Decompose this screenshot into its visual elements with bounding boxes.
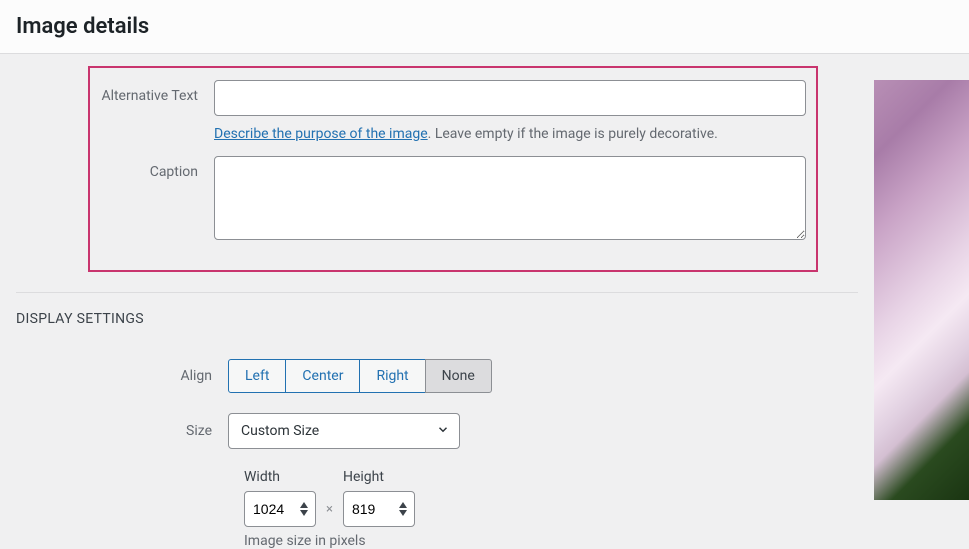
caption-input[interactable] [214,156,806,240]
image-preview [874,80,969,500]
stepper-icon[interactable] [298,501,312,517]
width-col: Width [244,469,316,527]
display-settings-heading: DISPLAY SETTINGS [16,311,858,327]
align-right-button[interactable]: Right [359,359,425,393]
stepper-icon[interactable] [397,501,411,517]
preview-column [874,54,969,549]
align-button-group: Left Center Right None [228,359,492,393]
size-row: Size Custom Size [16,413,858,449]
accessibility-highlight: Alternative Text Describe the purpose of… [88,66,818,272]
divider [16,292,858,293]
align-left-button[interactable]: Left [228,359,286,393]
form-column: Alternative Text Describe the purpose of… [0,54,874,549]
alt-text-controls: Describe the purpose of the image. Leave… [214,80,806,142]
align-row: Align Left Center Right None [16,359,858,393]
align-center-button[interactable]: Center [285,359,360,393]
dimensions-row: Width × Height [16,469,858,527]
caption-label: Caption [96,156,214,180]
caption-row: Caption [96,156,806,244]
dimensions-help: Image size in pixels [16,533,858,549]
height-col: Height [343,469,415,527]
alt-text-help: Describe the purpose of the image. Leave… [214,126,806,142]
size-select-value: Custom Size [228,413,460,449]
width-label: Width [244,469,316,485]
modal-header: Image details [0,0,969,54]
caption-controls [214,156,806,244]
align-label: Align [16,368,228,384]
align-none-button[interactable]: None [425,359,492,393]
alt-text-row: Alternative Text Describe the purpose of… [96,80,806,142]
content: Alternative Text Describe the purpose of… [0,54,969,549]
page-title: Image details [16,14,953,39]
size-select[interactable]: Custom Size [228,413,460,449]
alt-help-rest: . Leave empty if the image is purely dec… [428,126,718,142]
height-label: Height [343,469,415,485]
alt-text-label: Alternative Text [96,80,214,104]
alt-text-input[interactable] [214,80,806,116]
multiply-symbol: × [326,502,333,527]
describe-link[interactable]: Describe the purpose of the image [214,126,428,142]
size-label: Size [16,423,228,439]
